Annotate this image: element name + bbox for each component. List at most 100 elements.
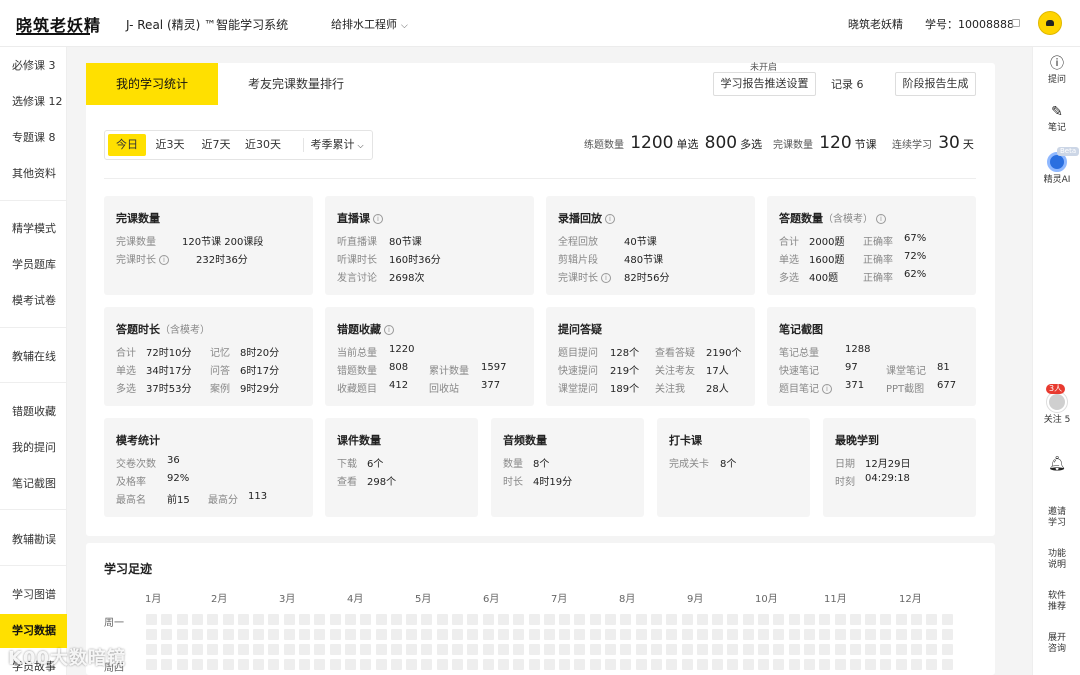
footprint-cell <box>375 644 387 655</box>
study-stats-card: 我的学习统计 考友完课数量排行 未开启 学习报告推送设置 记录 6 阶段报告生成… <box>86 63 995 536</box>
stat-row: 交卷次数 36 <box>116 455 180 470</box>
footprint-cell <box>620 644 632 655</box>
bell-button[interactable]: 🔔︎ <box>1033 457 1080 475</box>
course-selector[interactable]: 给排水工程师 ⌵ <box>331 16 408 32</box>
stat-row: 时刻 04:29:18 <box>835 473 910 488</box>
stat-value: 12月29日 <box>865 459 911 470</box>
card-checkin: 打卡课 完成关卡 8个 <box>657 418 810 517</box>
footprint-cell <box>161 614 173 625</box>
footprint-cell <box>635 659 647 670</box>
card-notes-screenshots: 笔记截图 笔记总量 1288 快速笔记 97 课堂笔记 81 题目笔记 i 371 PPT截图… <box>767 307 976 406</box>
month-label: 2月 <box>211 594 228 605</box>
tab-ranking[interactable]: 考友完课数量排行 <box>248 63 344 105</box>
card-title: 录播回放 i <box>558 210 615 226</box>
footprint-cell <box>436 614 448 625</box>
card-subtitle: （含模考） <box>160 325 210 336</box>
sidebar-item-wrong-questions[interactable]: 错题收藏 <box>0 397 67 427</box>
footprint-cell <box>406 629 418 640</box>
footprint-cell <box>161 644 173 655</box>
info-icon[interactable]: i <box>876 214 886 224</box>
footprint-cell <box>543 629 555 640</box>
stat-key: 完课数量 <box>116 237 156 248</box>
stat-key: 完课时长 <box>116 255 156 266</box>
footprint-cell <box>191 614 203 625</box>
card-subtitle: （含模考） <box>823 214 873 225</box>
sidebar-item-required[interactable]: 必修课 3 <box>0 51 67 81</box>
filter-season-dropdown[interactable]: 考季累计 ⌵ <box>303 134 371 156</box>
ai-button[interactable]: Beta 精灵AI <box>1033 147 1080 186</box>
sidebar-item-question-bank[interactable]: 学员题库 <box>0 250 67 280</box>
stat-key: 查看 <box>337 477 357 488</box>
username: 晓筑老妖精 <box>848 18 903 31</box>
records-link[interactable]: 记录 6 <box>831 76 864 92</box>
stat-value: 04:29:18 <box>865 473 910 484</box>
card-title-text: 录播回放 <box>558 212 602 225</box>
info-icon[interactable]: i <box>822 384 832 394</box>
single-count: 1200 <box>630 133 674 153</box>
sidebar-item-my-questions[interactable]: 我的提问 <box>0 433 67 463</box>
sidebar-item-study-map[interactable]: 学习图谱 <box>0 580 67 610</box>
copy-icon[interactable] <box>1012 19 1020 27</box>
question-icon: ⓘ <box>1050 56 1064 72</box>
expand-consult-button[interactable]: 展开 咨询 <box>1033 633 1080 655</box>
avatar[interactable] <box>1038 11 1062 35</box>
function-help-button[interactable]: 功能 说明 <box>1033 549 1080 571</box>
stat-key: 正确率 <box>863 237 893 248</box>
sidebar-item-intensive[interactable]: 精学模式 <box>0 214 67 244</box>
footprint-cell <box>299 629 310 640</box>
stat-key: 问答 <box>210 366 230 377</box>
stat-value: 4时19分 <box>533 477 573 488</box>
card-title: 课件数量 <box>337 434 381 447</box>
sidebar-item-notes[interactable]: 笔记截图 <box>0 469 67 499</box>
info-icon[interactable]: i <box>605 214 615 224</box>
footprint-cell <box>344 644 356 655</box>
stat-row: 完成关卡 8个 <box>669 455 736 470</box>
sidebar-item-tutoring[interactable]: 教辅在线 <box>0 342 67 372</box>
stat-row: 全程回放 40节课 <box>558 233 657 248</box>
stat-value: 120节课 200课段 <box>182 237 264 248</box>
info-icon[interactable]: i <box>373 214 383 224</box>
sidebar-divider <box>0 565 66 566</box>
filter-30-days[interactable]: 近30天 <box>241 134 285 156</box>
invite-button[interactable]: 邀请 学习 <box>1033 507 1080 529</box>
follow-button[interactable]: 3人 关注 5 <box>1033 384 1080 426</box>
tab-my-stats[interactable]: 我的学习统计 <box>86 63 218 105</box>
sidebar-item-study-data[interactable]: 学习数据 <box>0 614 67 648</box>
footprint-cell <box>895 629 907 640</box>
card-title: 完课数量 <box>116 212 160 225</box>
sidebar-item-topic[interactable]: 专题课 8 <box>0 123 67 153</box>
card-title: 笔记截图 <box>779 323 823 336</box>
month-label: 7月 <box>551 594 568 605</box>
software-recommend-button[interactable]: 软件 推荐 <box>1033 591 1080 613</box>
stat-key: 时刻 <box>835 477 855 488</box>
sidebar-item-elective[interactable]: 选修课 12 <box>0 87 67 117</box>
stage-report-button[interactable]: 阶段报告生成 <box>895 72 976 96</box>
sidebar-item-errata[interactable]: 教辅勘误 <box>0 525 67 555</box>
footprint-cell <box>497 644 509 655</box>
filter-today[interactable]: 今日 <box>108 134 146 156</box>
sidebar-item-other[interactable]: 其他资料 <box>0 159 67 189</box>
stat-key: 数量 <box>503 459 523 470</box>
stat-value: 377 <box>481 380 501 391</box>
ask-button[interactable]: ⓘ 提问 <box>1033 57 1080 86</box>
filter-7-days[interactable]: 近7天 <box>197 134 235 156</box>
single-unit: 单选 <box>676 138 699 151</box>
card-title: 答题数量（含模考） i <box>779 210 886 226</box>
info-icon[interactable]: i <box>159 255 169 265</box>
sidebar-item-mock-exam[interactable]: 模考试卷 <box>0 286 67 316</box>
footprint-cell <box>268 644 280 655</box>
notes-button[interactable]: ✎ 笔记 <box>1033 105 1080 134</box>
footprint-cell <box>191 659 203 670</box>
stat-key: 多选 <box>779 273 799 284</box>
footprint-cell <box>237 614 249 625</box>
info-icon[interactable]: i <box>384 325 394 335</box>
footprint-cell <box>253 614 265 625</box>
stat-value: 28人 <box>706 384 729 395</box>
filter-3-days[interactable]: 近3天 <box>151 134 189 156</box>
stat-key: 笔记总量 <box>779 348 819 359</box>
logo-underline <box>16 33 90 35</box>
info-icon[interactable]: i <box>601 273 611 283</box>
stat-row: 课堂提问 189个 关注我 28人 <box>558 380 729 395</box>
stat-row: 合计 72时10分 记忆 8时20分 <box>116 344 279 359</box>
report-push-settings-button[interactable]: 学习报告推送设置 <box>713 72 816 96</box>
